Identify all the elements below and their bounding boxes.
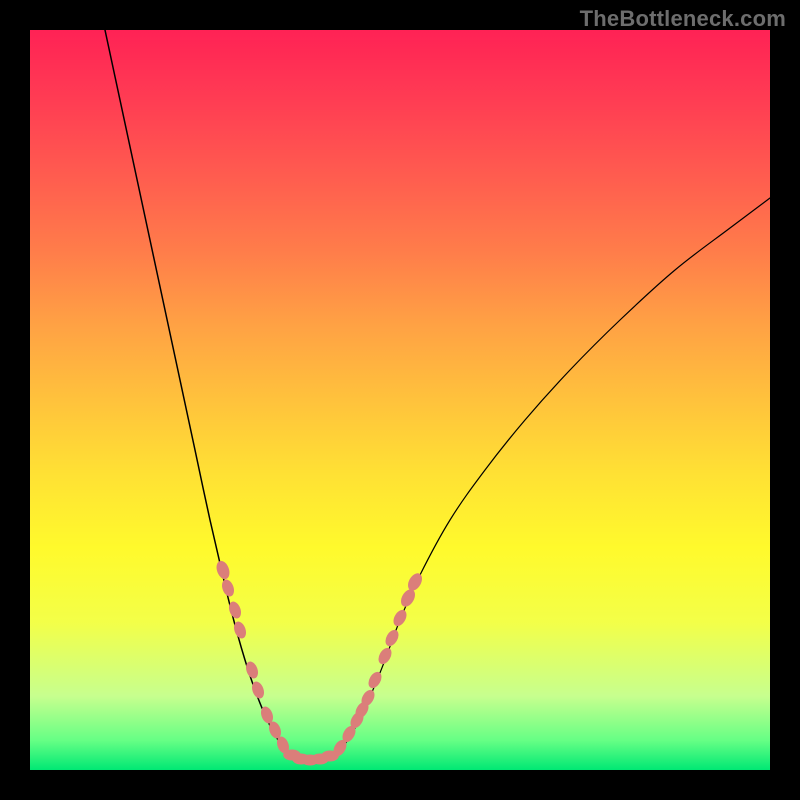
marker-point <box>405 571 425 593</box>
marker-point <box>214 559 232 581</box>
curve-left-branch <box>105 30 315 760</box>
marker-point <box>398 587 418 609</box>
marker-point <box>383 628 401 649</box>
marker-point <box>391 608 409 629</box>
marker-point <box>366 670 384 691</box>
chart-overlay <box>30 30 770 770</box>
plot-area <box>30 30 770 770</box>
curve-right-branch <box>315 198 770 760</box>
marker-point <box>376 646 394 667</box>
marker-point <box>220 578 236 598</box>
chart-frame: TheBottleneck.com <box>0 0 800 800</box>
attribution-label: TheBottleneck.com <box>580 6 786 32</box>
